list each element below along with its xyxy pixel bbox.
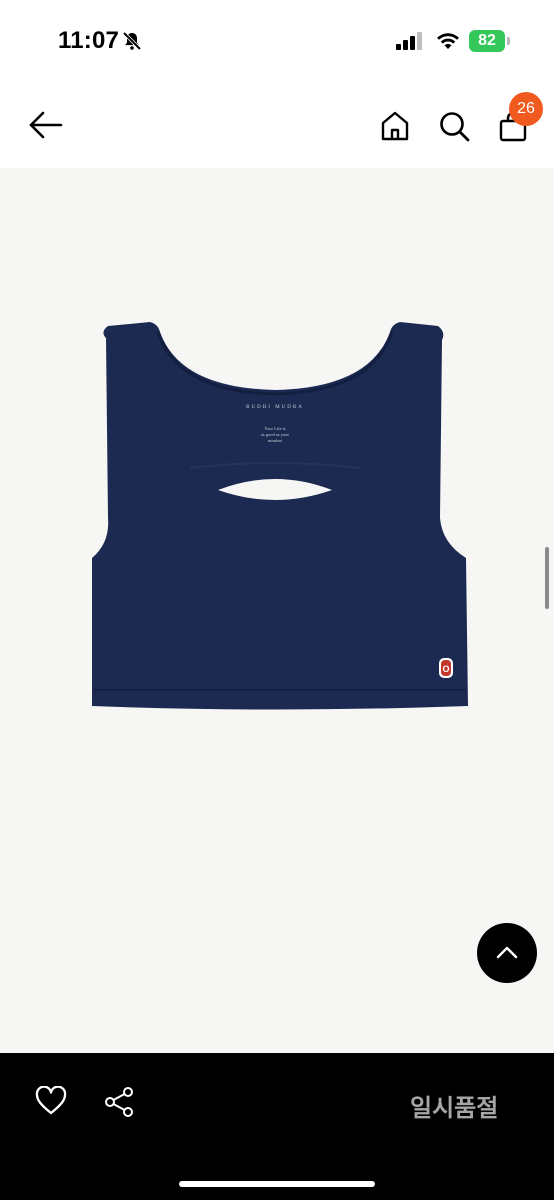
heart-icon[interactable] [35, 1086, 67, 1116]
home-icon[interactable] [380, 110, 410, 142]
share-icon[interactable] [103, 1086, 135, 1118]
sold-out-status: 일시품절 [410, 1095, 499, 1122]
label-tagline-3: mindset [268, 438, 283, 443]
sports-bra-body [92, 322, 468, 710]
status-bar: 11:07 82 [0, 0, 554, 84]
status-time: 11:07 [58, 27, 120, 54]
battery-icon: 82 [469, 30, 505, 52]
label-tagline-1: Your Life is [264, 426, 286, 431]
scroll-to-top-button[interactable] [477, 923, 537, 983]
bell-slash-icon [122, 31, 142, 51]
chevron-up-icon [496, 946, 518, 959]
label-brand: BUDHI MUDRA [246, 405, 304, 410]
navigation-bar [0, 84, 554, 168]
product-image-area[interactable]: BUDHI MUDRA Your Life is as good as your… [0, 168, 554, 1053]
label-tagline-2: as good as your [261, 432, 290, 437]
wifi-icon [437, 33, 459, 49]
brand-patch-letter: O [442, 664, 449, 674]
product-image: BUDHI MUDRA Your Life is as good as your… [92, 322, 468, 710]
battery-level: 82 [478, 32, 496, 49]
cart-count-badge: 26 [509, 92, 543, 126]
scrollbar-thumb[interactable] [545, 547, 549, 609]
battery-tip [507, 37, 510, 45]
back-arrow-icon[interactable] [28, 110, 64, 140]
home-indicator[interactable] [179, 1181, 375, 1187]
signal-icon [396, 32, 422, 50]
search-icon[interactable] [438, 110, 470, 142]
bottom-action-bar [0, 1053, 554, 1200]
